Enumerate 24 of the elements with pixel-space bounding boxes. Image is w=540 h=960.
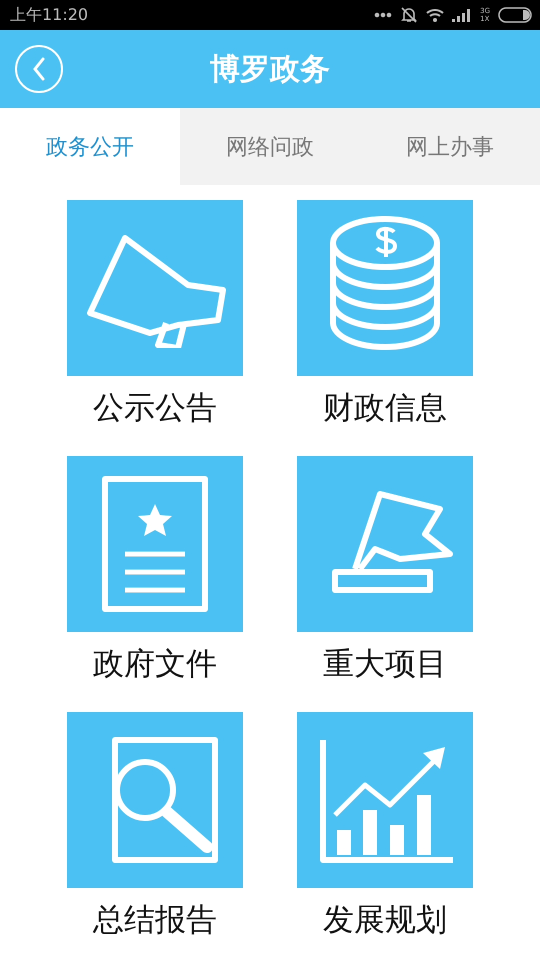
menu-tile[interactable] <box>67 712 243 888</box>
chevron-left-icon <box>32 57 46 81</box>
page-title: 博罗政务 <box>210 50 330 88</box>
menu-tile[interactable] <box>297 712 473 888</box>
menu-tile[interactable] <box>297 456 473 632</box>
tab[interactable]: 网上办事 <box>360 108 540 185</box>
document-icon <box>100 474 210 614</box>
menu-tile[interactable] <box>297 200 473 376</box>
tile-label[interactable]: 财政信息 <box>323 388 447 428</box>
muted-bell-icon <box>400 6 418 24</box>
signal-icon <box>452 8 472 22</box>
battery-icon <box>498 7 532 23</box>
tile-label[interactable]: 重大项目 <box>323 644 447 684</box>
back-button[interactable] <box>15 45 63 93</box>
tile-label[interactable]: 发展规划 <box>323 900 447 940</box>
tile-label[interactable]: 总结报告 <box>93 900 217 940</box>
tab[interactable]: 网络问政 <box>180 108 360 185</box>
menu-tile[interactable] <box>67 200 243 376</box>
tile-label[interactable]: 公示公告 <box>93 388 217 428</box>
tile-label[interactable]: 政府文件 <box>93 644 217 684</box>
wifi-icon <box>426 8 444 22</box>
menu-tile[interactable] <box>67 456 243 632</box>
more-icon <box>374 12 392 18</box>
status-time: 上午11:20 <box>10 4 90 26</box>
